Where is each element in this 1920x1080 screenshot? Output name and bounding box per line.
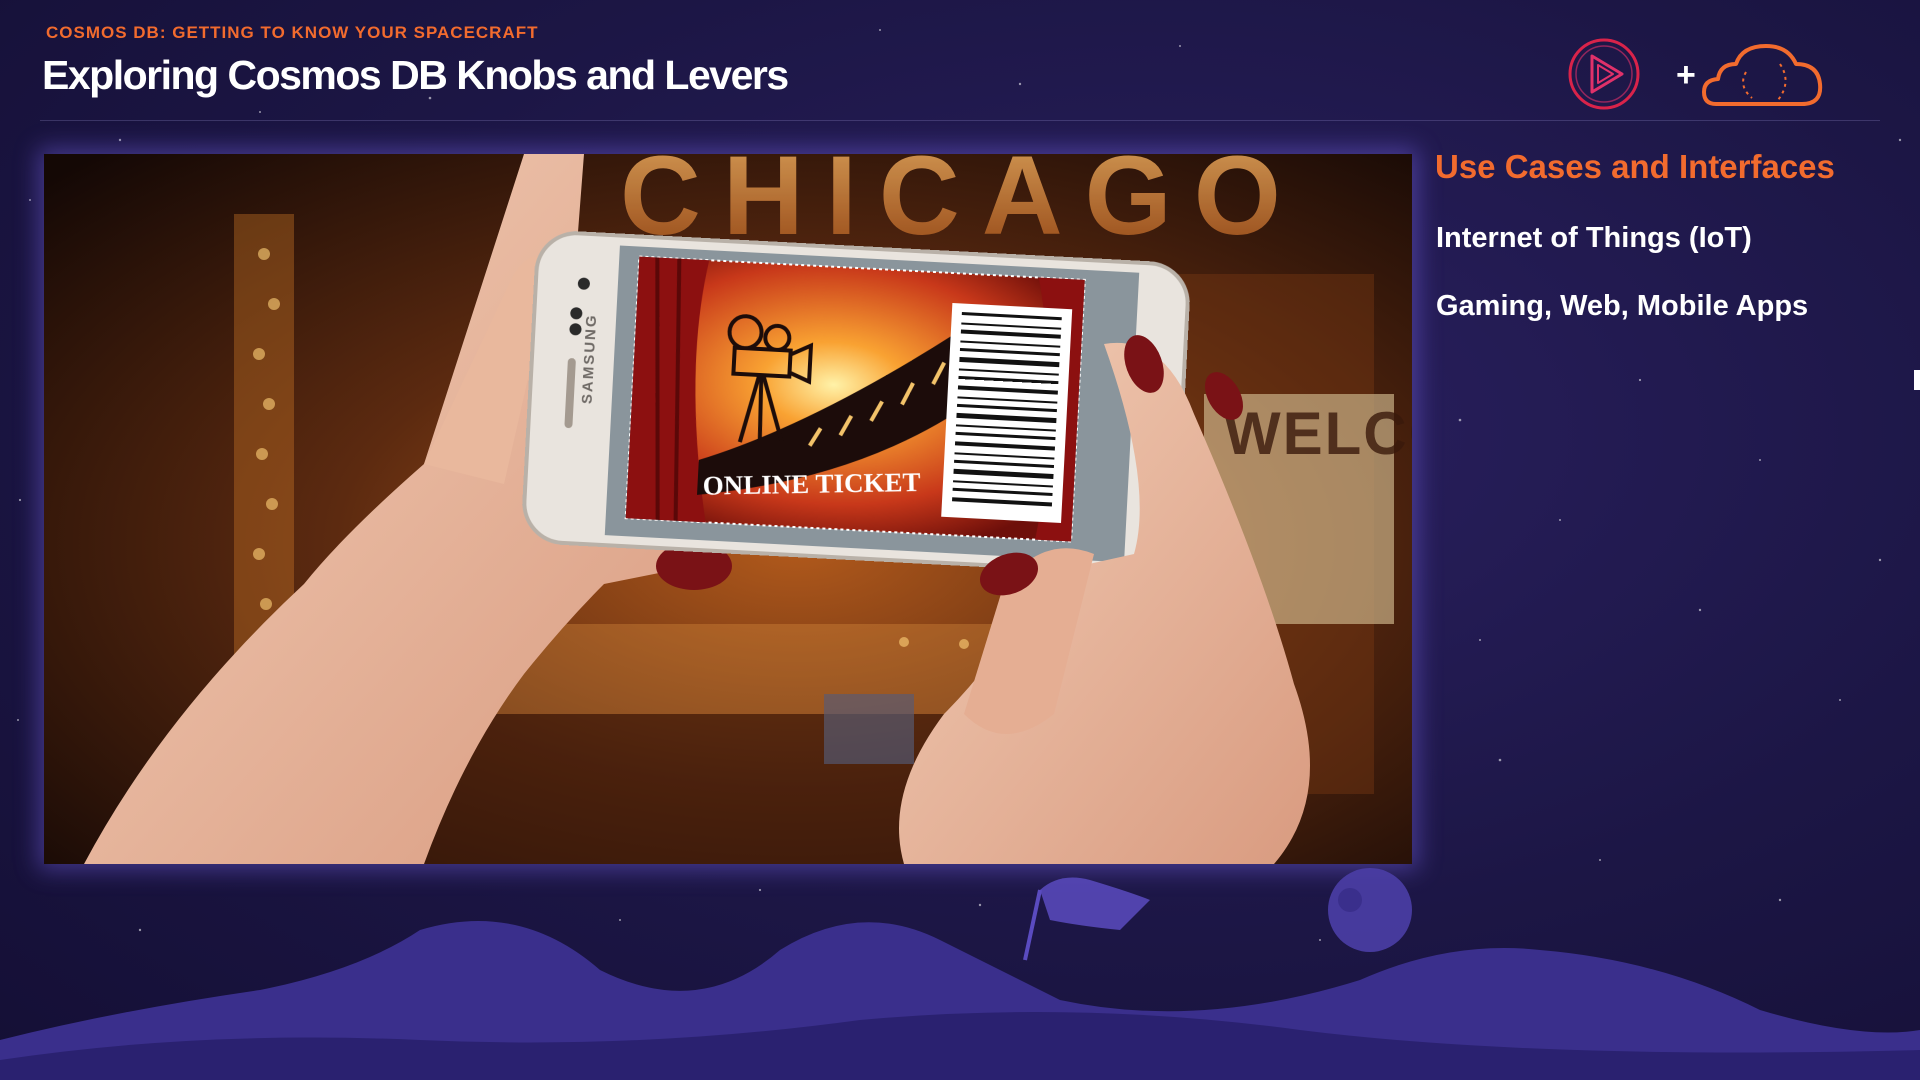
header-divider — [40, 120, 1880, 121]
plus-sign: + — [1676, 56, 1696, 94]
ticket-photo-illustration: CHICAGO WELCOM SAMSUNG — [44, 154, 1412, 864]
online-ticket: ONLINE TICKET — [624, 255, 1086, 543]
course-label: COSMOS DB: GETTING TO KNOW YOUR SPACECRA… — [46, 23, 539, 42]
ticket-text: ONLINE TICKET — [702, 467, 920, 501]
section-title: Use Cases and Interfaces — [1435, 148, 1835, 185]
cloud-logo-icon — [1702, 44, 1823, 106]
ticket-photo: CHICAGO WELCOM SAMSUNG — [44, 154, 1412, 864]
use-case-item: Internet of Things (IoT) — [1436, 222, 1752, 254]
welcome-sign-text: WELCOM — [1224, 400, 1412, 467]
play-logo-icon — [1568, 38, 1640, 110]
smartphone: SAMSUNG ONLINE TICKET — [522, 231, 1190, 575]
slide: COSMOS DB: GETTING TO KNOW YOUR SPACECRA… — [0, 0, 1920, 1080]
moon-surface-decoration — [0, 868, 1920, 1080]
brand-logos: + — [1568, 38, 1823, 110]
edge-marker — [1914, 370, 1920, 390]
use-case-item: Gaming, Web, Mobile Apps — [1436, 290, 1809, 322]
module-title: Exploring Cosmos DB Knobs and Levers — [42, 52, 789, 98]
